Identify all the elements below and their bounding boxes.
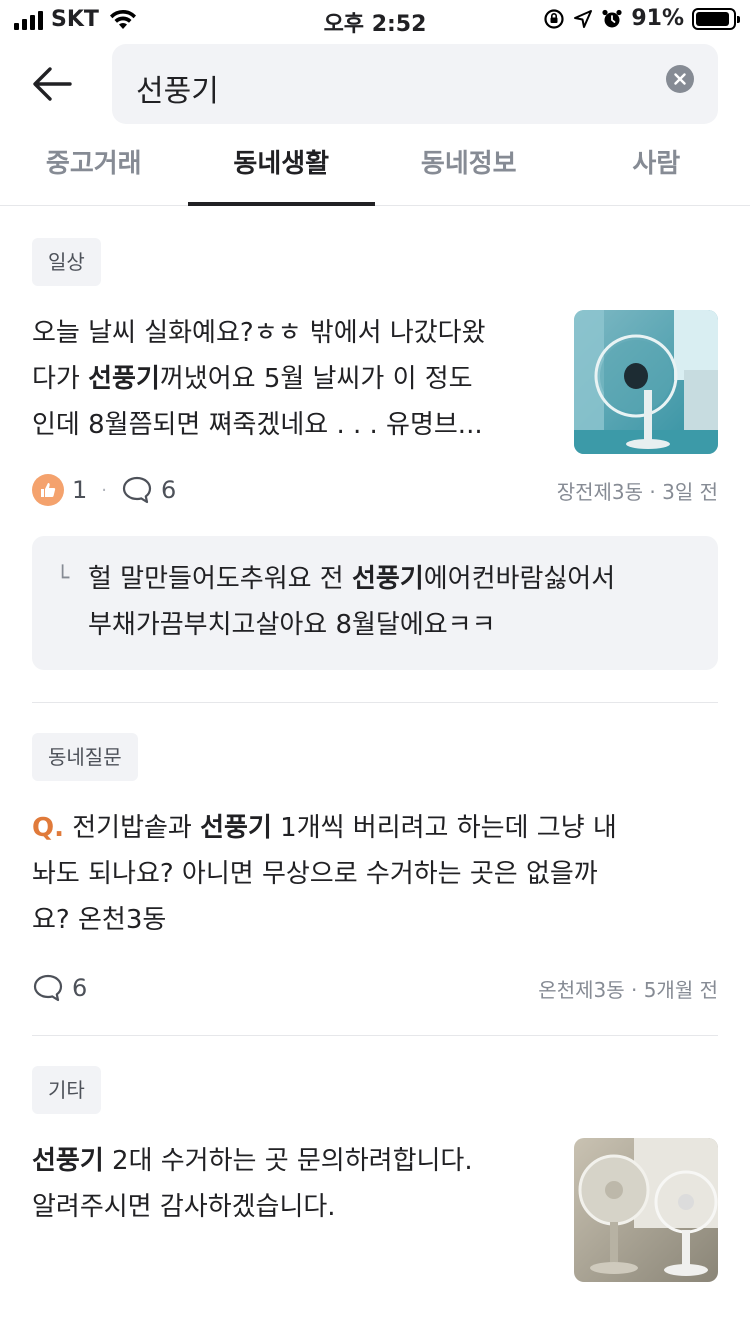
post-content: 오늘 날씨 실화예요?ㅎㅎ 밖에서 나갔다왔 다가 선풍기꺼냈어요 5월 날씨가… bbox=[32, 310, 552, 448]
time-label: 5개월 전 bbox=[643, 977, 718, 1002]
post-text-line: 다가 선풍기꺼냈어요 5월 날씨가 이 정도 bbox=[32, 364, 473, 394]
reply-icon: └ bbox=[56, 566, 70, 591]
post-meta: 1 · 6 장전제3동 · 3일 전 bbox=[32, 474, 718, 506]
post-location-time: 장전제3동 · 3일 전 bbox=[556, 479, 718, 504]
alarm-icon bbox=[602, 9, 622, 27]
comment-count: 6 bbox=[161, 476, 177, 504]
post-text-line: 놔도 되나요? 아니면 무상으로 수거하는 곳은 없을까 bbox=[32, 859, 598, 889]
location-label: 온천제3동 bbox=[538, 977, 625, 1002]
fan-photo-image bbox=[574, 1138, 718, 1282]
close-icon bbox=[674, 73, 686, 85]
post-reactions: 1 · 6 bbox=[32, 474, 176, 506]
tab-neighborhood-info[interactable]: 동네정보 bbox=[375, 128, 563, 205]
tab-neighborhood-life[interactable]: 동네생활 bbox=[187, 128, 376, 206]
post-location-time: 온천제3동 · 5개월 전 bbox=[538, 977, 718, 1002]
comment-text: 헐 말만들어도추워요 전 선풍기에어컨바람싫어서 부채가끔부치고살아요 8월달에… bbox=[88, 564, 616, 640]
post-text-line: 알려주시면 감사하겠습니다. bbox=[32, 1192, 336, 1222]
post-content: 선풍기 2대 수거하는 곳 문의하려합니다. 알려주시면 감사하겠습니다. bbox=[32, 1138, 552, 1230]
keyword-highlight: 선풍기 bbox=[200, 813, 272, 843]
rotation-lock-icon bbox=[544, 8, 564, 29]
search-input[interactable]: 선풍기 bbox=[112, 44, 718, 124]
comment-icon bbox=[33, 974, 63, 1002]
post-content: Q. 전기밥솥과 선풍기 1개씩 버리려고 하는데 그냥 내 놔도 되나요? 아… bbox=[32, 805, 718, 943]
post-thumbnail bbox=[574, 310, 718, 454]
comment-preview[interactable]: └ 헐 말만들어도추워요 전 선풍기에어컨바람싫어서 부채가끔부치고살아요 8월… bbox=[32, 536, 718, 670]
back-button[interactable] bbox=[30, 62, 74, 106]
separator: · bbox=[101, 479, 108, 501]
status-bar: SKT 오후 2:52 91% bbox=[0, 0, 750, 40]
location-label: 장전제3동 bbox=[556, 479, 644, 504]
time-label: 3일 전 bbox=[662, 479, 718, 504]
category-badge: 일상 bbox=[32, 238, 101, 286]
search-tabs: 중고거래 동네생활 동네정보 사람 bbox=[0, 128, 750, 206]
keyword-highlight: 선풍기 bbox=[352, 564, 424, 594]
search-results-feed: 일상 오늘 날씨 실화예요?ㅎㅎ 밖에서 나갔다왔 다가 선풍기꺼냈어요 5월 … bbox=[32, 206, 718, 1282]
question-label: Q. bbox=[32, 813, 64, 843]
keyword-highlight: 선풍기 bbox=[88, 364, 160, 394]
post-text-line: 요? 온천3동 bbox=[32, 905, 167, 935]
category-badge: 기타 bbox=[32, 1066, 101, 1114]
keyword-highlight: 선풍기 bbox=[32, 1146, 104, 1176]
thumbs-up-icon bbox=[32, 474, 64, 506]
battery-percent: 91% bbox=[631, 6, 684, 31]
location-arrow-icon bbox=[574, 9, 593, 28]
post-thumbnail bbox=[574, 1138, 718, 1282]
arrow-left-icon bbox=[33, 67, 72, 101]
post-item[interactable]: 기타 선풍기 2대 수거하는 곳 문의하려합니다. 알려주시면 감사하겠습니다. bbox=[32, 1036, 718, 1282]
category-badge: 동네질문 bbox=[32, 733, 138, 781]
post-text-line: 인데 8월쯤되면 쪄죽겠네요 . . . 유명브... bbox=[32, 410, 483, 440]
fan-photo-image bbox=[574, 310, 718, 454]
post-text-line: 오늘 날씨 실화예요?ㅎㅎ 밖에서 나갔다왔 bbox=[32, 318, 486, 348]
clear-search-button[interactable] bbox=[666, 65, 694, 93]
post-item[interactable]: 일상 오늘 날씨 실화예요?ㅎㅎ 밖에서 나갔다왔 다가 선풍기꺼냈어요 5월 … bbox=[32, 206, 718, 702]
post-meta: 6 온천제3동 · 5개월 전 bbox=[32, 973, 718, 1003]
comment-count: 6 bbox=[72, 974, 88, 1002]
search-query-text: 선풍기 bbox=[136, 74, 219, 109]
post-reactions: 6 bbox=[32, 973, 87, 1003]
post-item[interactable]: 동네질문 Q. 전기밥솥과 선풍기 1개씩 버리려고 하는데 그냥 내 놔도 되… bbox=[32, 703, 718, 1035]
tab-people[interactable]: 사람 bbox=[563, 128, 750, 205]
status-right: 91% bbox=[543, 6, 740, 31]
comment-icon bbox=[122, 476, 152, 504]
tab-used-trade[interactable]: 중고거래 bbox=[0, 128, 188, 205]
like-count: 1 bbox=[72, 476, 88, 504]
battery-icon bbox=[692, 7, 740, 30]
